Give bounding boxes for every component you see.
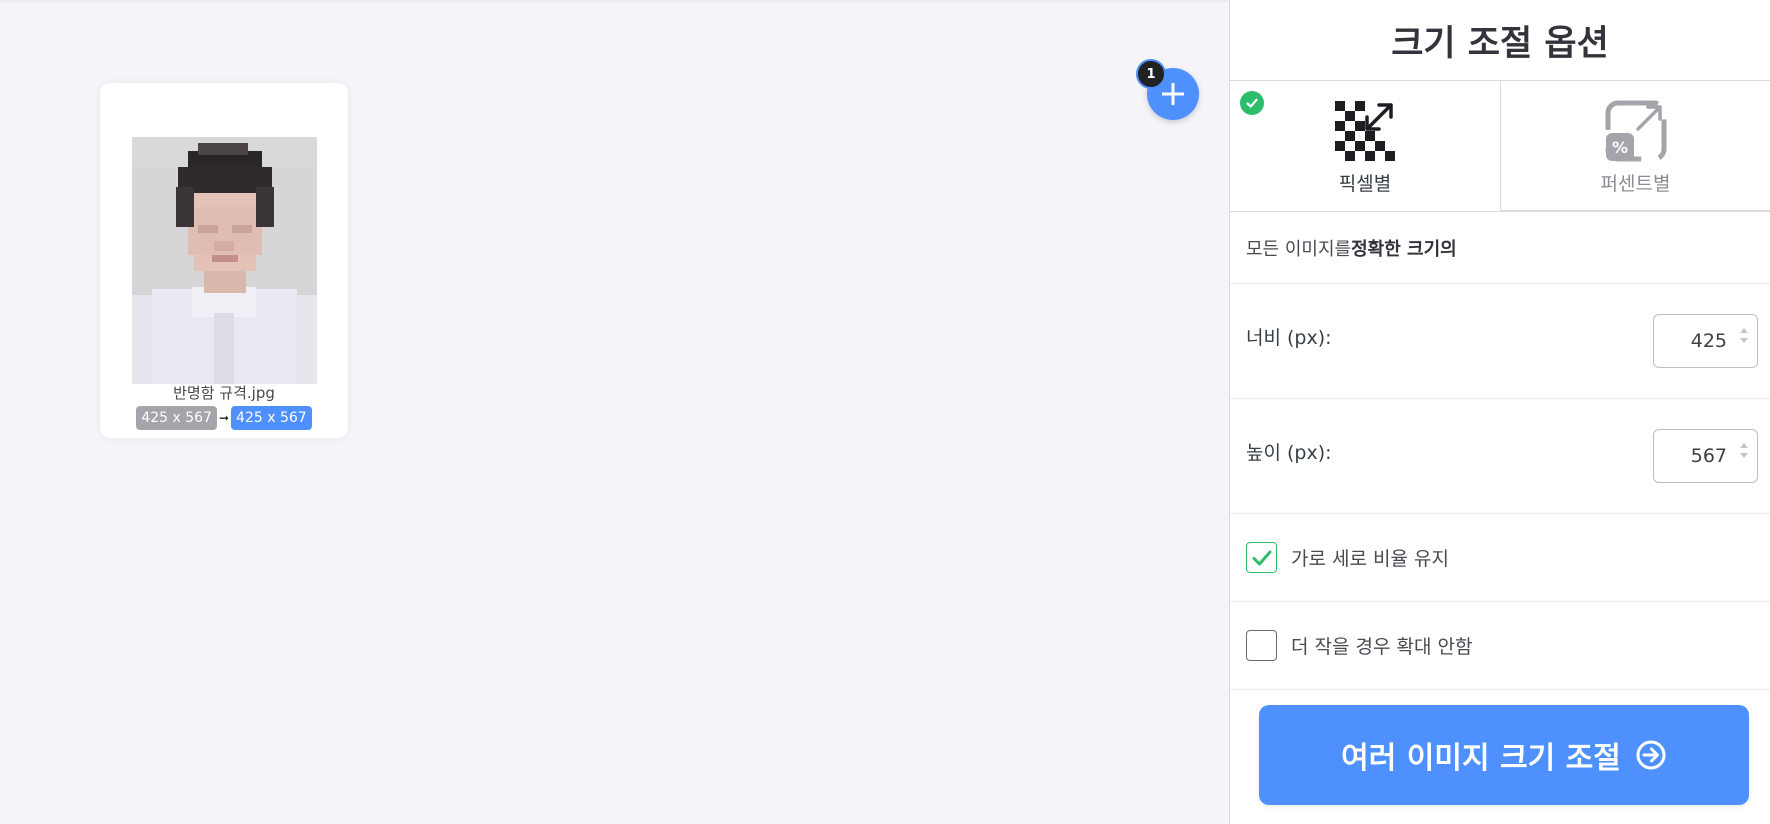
new-size-badge: 425 x 567 [231, 406, 312, 430]
file-name: 반명함 규격.jpg [173, 384, 275, 402]
width-label: 너비 (px): [1246, 326, 1332, 349]
width-input[interactable]: 425 [1653, 314, 1758, 368]
keep-ratio-row: 가로 세로 비율 유지 [1230, 514, 1770, 602]
percent-resize-icon: % [1605, 100, 1666, 162]
height-row: 높이 (px): 567 [1230, 399, 1770, 514]
options-sidebar: 크기 조절 옵션 픽셀별 % 퍼센트별 모든 이미지를 정확한 크기의 너비 (… [1229, 0, 1770, 824]
height-stepper[interactable] [1740, 443, 1748, 458]
height-label: 높이 (px): [1246, 441, 1332, 464]
width-row: 너비 (px): 425 [1230, 284, 1770, 399]
tab-by-pixels[interactable]: 픽셀별 [1230, 81, 1500, 211]
submit-label: 여러 이미지 크기 조절 [1341, 741, 1621, 776]
arrow-circle-right-icon [1636, 740, 1666, 770]
resize-description: 모든 이미지를 정확한 크기의 [1230, 212, 1770, 284]
keep-ratio-label: 가로 세로 비율 유지 [1291, 548, 1449, 570]
pixel-resize-icon [1335, 101, 1395, 161]
tab-by-percentage-label: 퍼센트별 [1600, 173, 1671, 195]
sidebar-title: 크기 조절 옵션 [1230, 0, 1770, 81]
no-enlarge-label: 더 작을 경우 확대 안함 [1291, 636, 1473, 658]
no-enlarge-row: 더 작을 경우 확대 안함 [1230, 602, 1770, 690]
description-text: 모든 이미지를 [1246, 238, 1352, 260]
workspace: 반명함 규격.jpg 425 x 567 ➞ 425 x 567 1 [0, 0, 1229, 824]
tab-by-pixels-label: 픽셀별 [1338, 173, 1392, 195]
height-value: 567 [1690, 445, 1727, 467]
tab-by-percentage[interactable]: % 퍼센트별 [1500, 81, 1770, 211]
width-value: 425 [1690, 330, 1727, 352]
file-count-badge: 1 [1136, 59, 1166, 89]
file-card[interactable]: 반명함 규격.jpg 425 x 567 ➞ 425 x 567 [100, 83, 348, 438]
no-enlarge-checkbox[interactable] [1246, 630, 1277, 661]
resize-images-button[interactable]: 여러 이미지 크기 조절 [1259, 705, 1749, 805]
height-input[interactable]: 567 [1653, 429, 1758, 483]
resize-mode-tabs: 픽셀별 % 퍼센트별 [1230, 81, 1770, 212]
arrow-right-icon: ➞ [218, 411, 230, 425]
checkmark-icon [1252, 550, 1271, 565]
keep-ratio-checkbox[interactable] [1246, 542, 1277, 573]
svg-text:%: % [1611, 138, 1627, 157]
original-size-badge: 425 x 567 [136, 406, 217, 430]
check-circle-icon [1240, 91, 1264, 115]
width-stepper[interactable] [1740, 328, 1748, 343]
description-bold-text: 정확한 크기의 [1351, 238, 1457, 260]
plus-icon [1162, 83, 1184, 105]
image-thumbnail [132, 137, 317, 384]
size-row: 425 x 567 ➞ 425 x 567 [100, 406, 348, 430]
